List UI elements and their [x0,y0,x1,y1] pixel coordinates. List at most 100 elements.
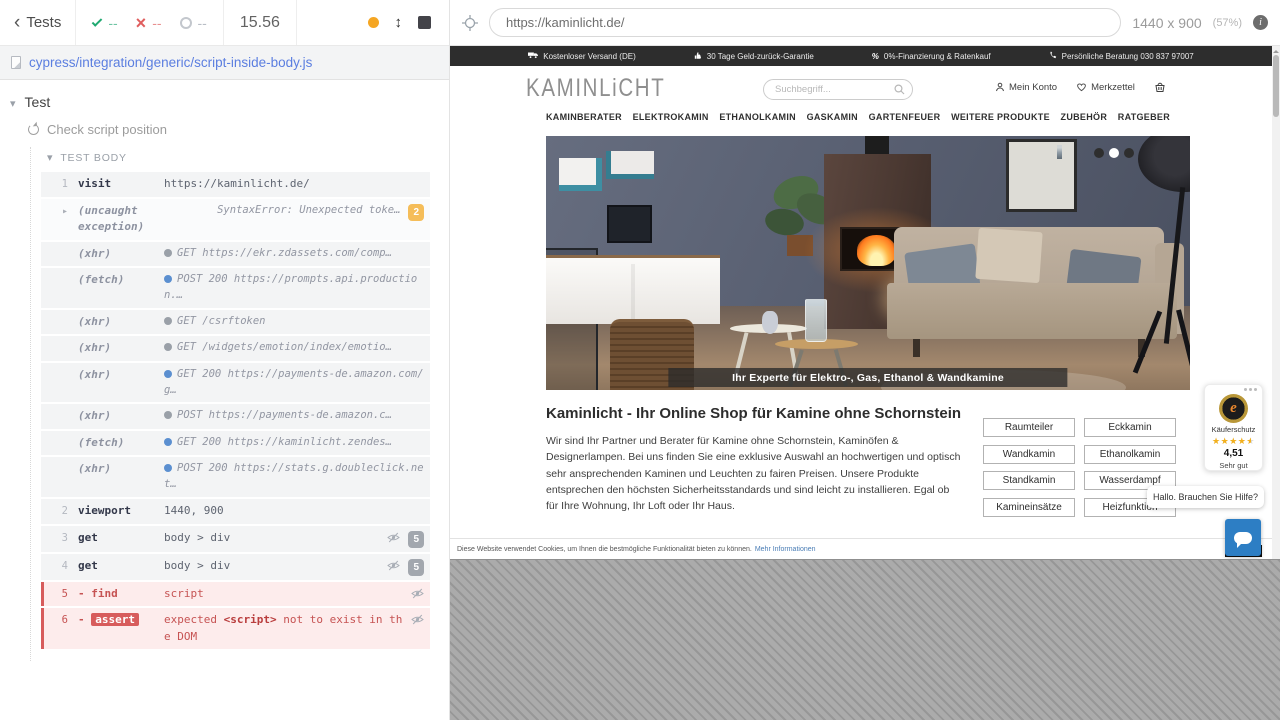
category-button[interactable]: Raumteiler [983,418,1075,437]
site-scrollbar[interactable] [1272,46,1280,559]
hidden-eye-icon [411,614,424,625]
suite-row[interactable]: Test [10,94,449,110]
command-method: (uncaught exception) [78,203,156,236]
failed-count: ×-- [136,14,162,32]
cookie-info-link[interactable]: Mehr Informationen [755,546,816,553]
command-message: GET /widgets/emotion/index/emotio… [164,340,424,356]
nav-item[interactable]: KAMINBERATER [546,112,622,122]
stop-button[interactable] [418,16,431,29]
test-row[interactable]: Check script position [28,122,449,137]
overflow-menu-icon[interactable] [1254,388,1257,391]
spec-path-link[interactable]: cypress/integration/generic/script-insid… [29,55,312,70]
request-status-dot [164,249,172,257]
recording-dot-icon [368,17,379,28]
command-row[interactable]: 4getbody > div5 [41,554,430,580]
command-row-failed[interactable]: 5- findscript [41,582,430,607]
command-message: GET https://ekr.zdassets.com/comp… [164,246,424,262]
category-button[interactable]: Eckkamin [1084,418,1176,437]
pending-count: -- [180,15,207,31]
nav-item[interactable]: WEITERE PRODUKTE [951,112,1050,122]
command-row[interactable]: 1visithttps://kaminlicht.de/ [41,172,430,197]
search-icon[interactable] [894,84,905,95]
heart-icon [1076,82,1087,92]
search-input[interactable] [763,79,913,100]
command-row[interactable]: (xhr)GET 200 https://payments-de.amazon.… [41,363,430,403]
command-row[interactable]: (xhr)POST https://payments-de.amazon.c… [41,404,430,429]
hidden-eye-icon [387,560,400,571]
collapse-caret-icon[interactable] [10,94,16,110]
nav-item[interactable]: ZUBEHÖR [1061,112,1108,122]
command-message: body > div [164,558,379,575]
command-row[interactable]: 3getbody > div5 [41,526,430,552]
carousel-dot[interactable] [1124,148,1134,158]
nav-item[interactable]: GASKAMIN [807,112,858,122]
running-spinner-icon [28,124,39,135]
account-link[interactable]: Mein Konto [995,82,1057,93]
command-row[interactable]: (fetch)POST 200 https://prompts.api.prod… [41,268,430,308]
category-button[interactable]: Wandkamin [983,445,1075,464]
scroll-up-arrow-icon[interactable] [1273,47,1279,53]
basket-icon [1154,81,1166,93]
command-number [44,340,68,341]
back-to-tests-button[interactable]: ‹ Tests [14,13,61,32]
command-method: (xhr) [78,340,156,357]
command-row[interactable]: (xhr) GET https://ekr.zdassets.com/comp… [41,242,430,267]
test-body-section: TEST BODY 1visithttps://kaminlicht.de/(u… [30,147,449,661]
command-message: expected <script> not to exist in the DO… [164,612,403,645]
request-status-dot [164,275,172,283]
nav-item[interactable]: GARTENFEUER [869,112,941,122]
carousel-dots [1094,148,1134,158]
command-message: https://kaminlicht.de/ [164,176,424,193]
trusted-shops-widget[interactable]: e Käuferschutz ★★★★★★★★★★ 4,51 Sehr gut [1204,384,1263,471]
nav-item[interactable]: RATGEBER [1118,112,1170,122]
command-method: (xhr) [78,314,156,331]
trusted-shops-icon: e [1219,394,1248,423]
count-badge: 5 [408,531,424,548]
check-icon [92,16,103,27]
command-message: body > div [164,530,379,547]
command-number [44,408,68,409]
site-viewport: Kostenloser Versand (DE)30 Tage Geld-zur… [450,46,1272,559]
site-logo[interactable]: KAMINLiCHT [526,74,665,103]
cookie-text: Diese Website verwendet Cookies, um Ihne… [457,546,752,553]
wishlist-link[interactable]: Merkzettel [1076,82,1135,93]
test-title: Check script position [47,122,167,137]
trust-title: Käuferschutz [1205,425,1262,434]
command-method: get [78,558,156,575]
star-rating: ★★★★★★★★★★ [1205,437,1262,446]
command-number [44,367,68,368]
command-number: 1 [44,176,68,193]
auto-scroll-toggle[interactable]: ↕ [395,14,403,31]
command-method: viewport [78,503,156,520]
test-body-header[interactable]: TEST BODY [31,147,449,172]
category-button[interactable]: Kamineinsätze [983,498,1075,517]
request-status-dot [164,438,172,446]
url-input[interactable] [489,8,1121,37]
command-row[interactable]: 2viewport1440, 900 [41,499,430,524]
command-row[interactable]: (fetch)GET 200 https://kaminlicht.zendes… [41,431,430,456]
category-button[interactable]: Standkamin [983,471,1075,490]
carousel-dot[interactable] [1094,148,1104,158]
command-row[interactable]: (xhr)GET /csrftoken [41,310,430,335]
selector-playground-icon[interactable] [462,15,478,31]
scrollbar-thumb[interactable] [1273,55,1279,117]
carousel-dot[interactable] [1109,148,1119,158]
command-row[interactable]: (xhr) GET /widgets/emotion/index/emotio… [41,336,430,361]
nav-item[interactable]: ELEKTROKAMIN [633,112,709,122]
site-topbar: Kostenloser Versand (DE)30 Tage Geld-zur… [450,46,1272,66]
nav-item[interactable]: ETHANOLKAMIN [719,112,796,122]
command-method: - assert [78,612,156,629]
cookie-banner: Diese Website verwendet Cookies, um Ihne… [450,538,1272,559]
command-row[interactable]: (uncaught exception)SyntaxError: Unexpec… [41,199,430,240]
command-method: (xhr) [78,246,156,263]
cart-button[interactable] [1154,81,1166,93]
info-icon[interactable]: i [1253,15,1268,30]
command-method: - find [78,586,156,603]
topbar-item: Kostenloser Versand (DE) [528,51,636,61]
category-button[interactable]: Ethanolkamin [1084,445,1176,464]
chat-button[interactable] [1225,519,1261,556]
command-method: (xhr) [78,461,156,478]
assert-badge: assert [91,613,139,626]
command-row[interactable]: (xhr)POST 200 https://stats.g.doubleclic… [41,457,430,497]
command-row-failed[interactable]: 6- assertexpected <script> not to exist … [41,608,430,649]
